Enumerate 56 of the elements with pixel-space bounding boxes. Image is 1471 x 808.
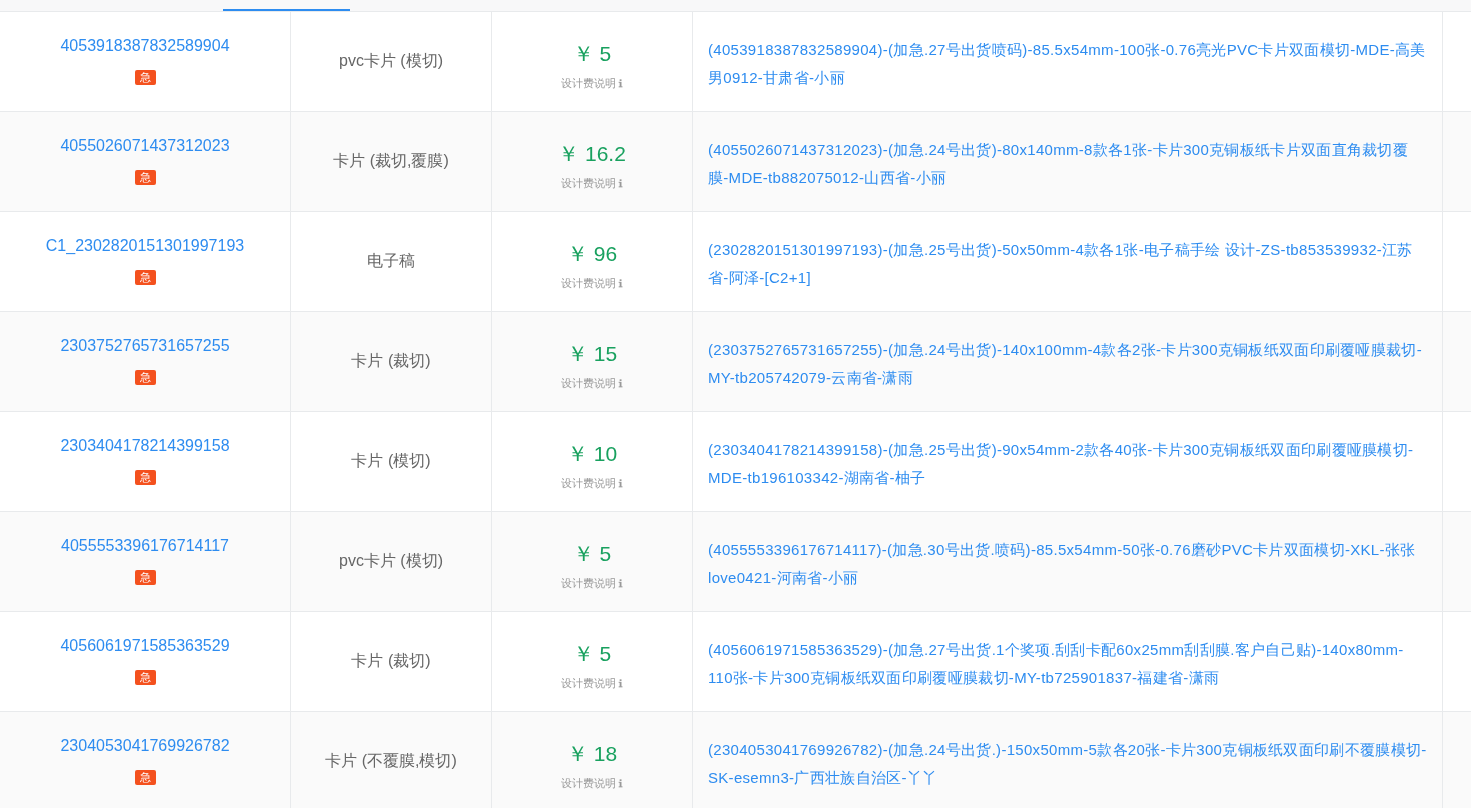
order-description-link[interactable]: (2304053041769926782)-(加急.24号出货.)-150x50mm-5款各20张-卡片300克铜板纸双面印刷不覆膜模切-SK-esemn3-广西壮族自治区-丫丫 bbox=[708, 736, 1428, 792]
product-type: 卡片 (裁切,覆膜) bbox=[333, 151, 449, 171]
order-id-link[interactable]: 2304053041769926782 bbox=[60, 737, 230, 755]
price: ￥ 10 bbox=[565, 441, 619, 467]
urgent-badge: 急 bbox=[134, 670, 156, 685]
design-fee-note[interactable]: 设计费说明 bbox=[561, 676, 616, 691]
order-description-link[interactable]: (4055026071437312023)-(加急.24号出货)-80x140mm-8款各1张-卡片300克铜板纸卡片双面直角裁切覆膜-MDE-tb882075012-山西省-小丽 bbox=[708, 136, 1428, 192]
order-id-link[interactable]: 4053918387832589904 bbox=[60, 37, 230, 55]
product-type: pvc卡片 (模切) bbox=[339, 551, 443, 571]
urgent-badge: 急 bbox=[134, 370, 156, 385]
urgent-badge: 急 bbox=[134, 170, 156, 185]
urgent-badge: 急 bbox=[134, 770, 156, 785]
design-fee-note[interactable]: 设计费说明 bbox=[561, 276, 616, 291]
order-description-link[interactable]: (2303752765731657255)-(加急.24号出货)-140x100mm-4款各2张-卡片300克铜板纸双面印刷覆哑膜裁切-MY-tb205742079-云南省-潇雨 bbox=[708, 336, 1428, 392]
order-id-link[interactable]: 4055553396176714117 bbox=[61, 537, 229, 555]
order-description-link[interactable]: (2302820151301997193)-(加急.25号出货)-50x50mm-4款各1张-电子稿手绘 设计-ZS-tb853539932-江苏省-阿泽-[C2+1] bbox=[708, 236, 1428, 292]
price: ￥ 16.2 bbox=[557, 141, 627, 167]
order-description-link[interactable]: (4056061971585363529)-(加急.27号出货.1个奖项.刮刮卡配60x25mm刮刮膜.客户自己贴)-140x80mm-110张-卡片300克铜板纸双面印刷覆哑膜裁切-MY-tb725901837-福建省-潇雨 bbox=[708, 636, 1428, 692]
design-fee-note[interactable]: 设计费说明 bbox=[561, 576, 616, 591]
order-description-link[interactable]: (4055553396176714117)-(加急.30号出货.喷码)-85.5x54mm-50张-0.76磨砂PVC卡片双面模切-XKL-张张love0421-河南省-小丽 bbox=[708, 536, 1428, 592]
info-icon[interactable] bbox=[618, 779, 623, 788]
info-icon[interactable] bbox=[618, 79, 623, 88]
product-type: 卡片 (裁切) bbox=[351, 651, 431, 671]
price: ￥ 5 bbox=[571, 541, 613, 567]
info-icon[interactable] bbox=[618, 179, 623, 188]
urgent-badge: 急 bbox=[134, 570, 156, 585]
price: ￥ 18 bbox=[565, 741, 619, 767]
price: ￥ 15 bbox=[565, 341, 619, 367]
design-fee-note[interactable]: 设计费说明 bbox=[561, 476, 616, 491]
product-type: pvc卡片 (模切) bbox=[339, 51, 443, 71]
order-id-link[interactable]: 4055026071437312023 bbox=[60, 137, 230, 155]
info-icon[interactable] bbox=[618, 279, 623, 288]
urgent-badge: 急 bbox=[134, 470, 156, 485]
design-fee-note[interactable]: 设计费说明 bbox=[561, 176, 616, 191]
info-icon[interactable] bbox=[618, 579, 623, 588]
order-description-link[interactable]: (2303404178214399158)-(加急.25号出货)-90x54mm-2款各40张-卡片300克铜板纸双面印刷覆哑膜模切-MDE-tb196103342-湖南省-柚子 bbox=[708, 436, 1428, 492]
order-id-link[interactable]: 2303752765731657255 bbox=[60, 337, 230, 355]
info-icon[interactable] bbox=[618, 679, 623, 688]
product-type: 卡片 (不覆膜,模切) bbox=[325, 751, 457, 771]
order-id-link[interactable]: C1_2302820151301997193 bbox=[45, 237, 245, 255]
product-type: 卡片 (裁切) bbox=[351, 351, 431, 371]
order-description-link[interactable]: (4053918387832589904)-(加急.27号出货喷码)-85.5x54mm-100张-0.76亮光PVC卡片双面模切-MDE-高美男0912-甘肃省-小丽 bbox=[708, 36, 1428, 92]
price: ￥ 96 bbox=[565, 241, 619, 267]
product-type: 卡片 (模切) bbox=[351, 451, 431, 471]
order-id-link[interactable]: 4056061971585363529 bbox=[60, 637, 230, 655]
urgent-badge: 急 bbox=[134, 70, 156, 85]
price: ￥ 5 bbox=[571, 41, 613, 67]
urgent-badge: 急 bbox=[134, 270, 156, 285]
design-fee-note[interactable]: 设计费说明 bbox=[561, 76, 616, 91]
info-icon[interactable] bbox=[618, 379, 623, 388]
price: ￥ 5 bbox=[571, 641, 613, 667]
design-fee-note[interactable]: 设计费说明 bbox=[561, 376, 616, 391]
design-fee-note[interactable]: 设计费说明 bbox=[561, 776, 616, 791]
info-icon[interactable] bbox=[618, 479, 623, 488]
order-id-link[interactable]: 2303404178214399158 bbox=[60, 437, 230, 455]
product-type: 电子稿 bbox=[367, 251, 415, 271]
